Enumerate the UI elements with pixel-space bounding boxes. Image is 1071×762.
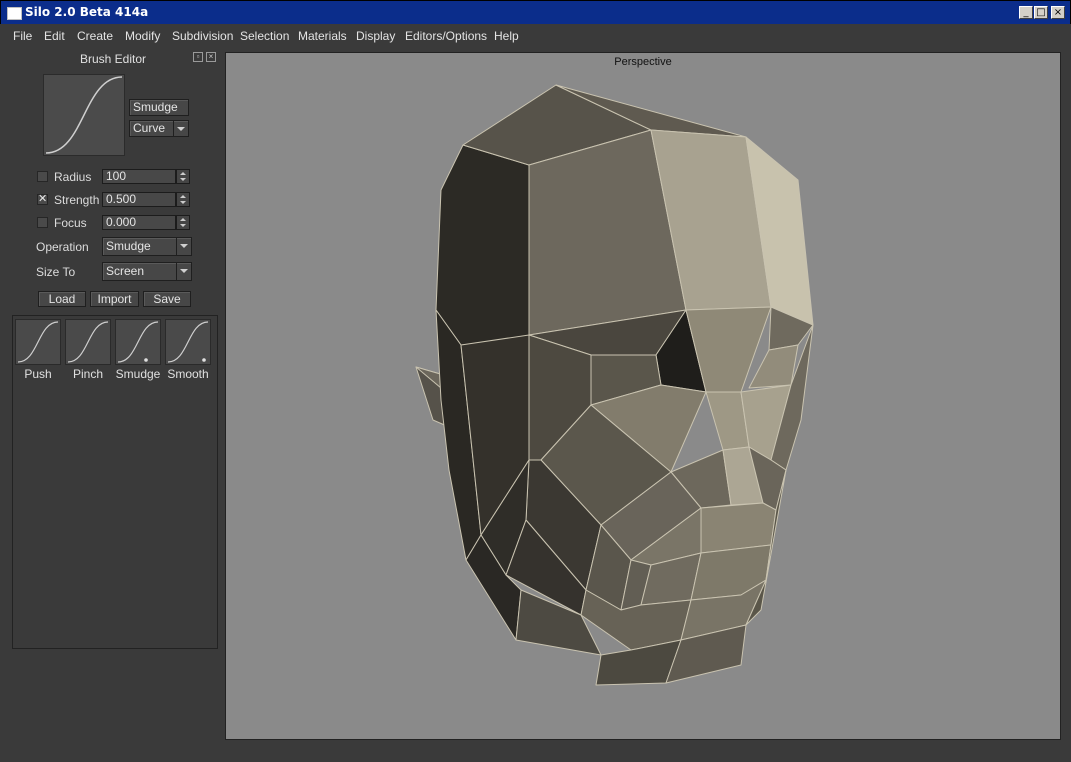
menu-edit[interactable]: Edit — [44, 29, 65, 43]
menu-display[interactable]: Display — [356, 29, 395, 43]
focus-checkbox[interactable] — [37, 217, 48, 228]
radius-field[interactable]: 100 — [102, 169, 176, 184]
strength-checkbox[interactable]: ✕ — [37, 194, 48, 205]
panel-title: Brush Editor — [79, 52, 147, 66]
brush-preset-list: Push Pinch Smudge Smooth — [12, 315, 218, 649]
save-button[interactable]: Save — [143, 291, 191, 307]
menu-help[interactable]: Help — [494, 29, 519, 43]
import-button[interactable]: Import — [90, 291, 139, 307]
brush-preset-label: Pinch — [72, 367, 104, 381]
brush-preset-label: Smudge — [115, 367, 161, 381]
focus-label: Focus — [54, 216, 87, 230]
operation-dropdown-value: Smudge — [106, 239, 151, 253]
falloff-dropdown[interactable]: Curve — [129, 120, 189, 137]
operation-dropdown[interactable]: Smudge — [102, 237, 192, 256]
brush-name-button[interactable]: Smudge — [129, 99, 189, 116]
curve-icon — [17, 321, 59, 363]
curve-dot-icon — [117, 321, 159, 363]
menu-file[interactable]: File — [13, 29, 32, 43]
head-mesh[interactable] — [226, 53, 1060, 739]
focus-field[interactable]: 0.000 — [102, 215, 176, 230]
curve-dot-icon — [167, 321, 209, 363]
panel-header: Brush Editor ▫ × — [4, 48, 222, 68]
app-icon — [7, 7, 22, 20]
panel-close-icon[interactable]: × — [206, 52, 216, 62]
size-to-dropdown-value: Screen — [106, 264, 145, 278]
radius-checkbox[interactable] — [37, 171, 48, 182]
radius-label: Radius — [54, 170, 92, 184]
menu-modify[interactable]: Modify — [125, 29, 160, 43]
brush-preset-push[interactable] — [15, 319, 61, 365]
strength-field[interactable]: 0.500 — [102, 192, 176, 207]
menu-bar: File Edit Create Modify Subdivision Sele… — [4, 24, 1067, 48]
brush-preset-pinch[interactable] — [65, 319, 111, 365]
focus-spinner[interactable] — [176, 215, 190, 230]
brush-editor-panel: Brush Editor ▫ × Smudge Curve Radius 100… — [4, 48, 222, 758]
chevron-down-icon — [173, 121, 188, 136]
chevron-down-icon — [176, 238, 191, 255]
chevron-down-icon — [176, 263, 191, 280]
close-button[interactable]: × — [1051, 6, 1065, 19]
load-button[interactable]: Load — [38, 291, 86, 307]
perspective-viewport[interactable]: Perspective — [225, 52, 1061, 740]
falloff-curve-preview[interactable] — [43, 74, 125, 156]
menu-materials[interactable]: Materials — [298, 29, 347, 43]
strength-spinner[interactable] — [176, 192, 190, 207]
size-to-dropdown[interactable]: Screen — [102, 262, 192, 281]
falloff-dropdown-value: Curve — [133, 121, 166, 135]
brush-preset-label: Push — [24, 367, 52, 381]
size-to-label: Size To — [36, 265, 76, 279]
maximize-button[interactable]: □ — [1034, 6, 1048, 19]
falloff-curve-icon — [45, 76, 123, 154]
curve-icon — [67, 321, 109, 363]
operation-label: Operation — [36, 240, 89, 254]
radius-spinner[interactable] — [176, 169, 190, 184]
menu-subdivision[interactable]: Subdivision — [172, 29, 233, 43]
minimize-button[interactable]: _ — [1019, 6, 1033, 19]
brush-preset-smudge[interactable] — [115, 319, 161, 365]
brush-preset-smooth[interactable] — [165, 319, 211, 365]
brush-preset-label: Smooth — [167, 367, 209, 381]
strength-label: Strength — [54, 193, 100, 207]
menu-create[interactable]: Create — [77, 29, 113, 43]
window-title: Silo 2.0 Beta 414a — [25, 5, 149, 19]
panel-float-icon[interactable]: ▫ — [193, 52, 203, 62]
title-bar: Silo 2.0 Beta 414a _ □ × — [0, 0, 1071, 24]
menu-editors-options[interactable]: Editors/Options — [405, 29, 487, 43]
menu-selection[interactable]: Selection — [240, 29, 289, 43]
